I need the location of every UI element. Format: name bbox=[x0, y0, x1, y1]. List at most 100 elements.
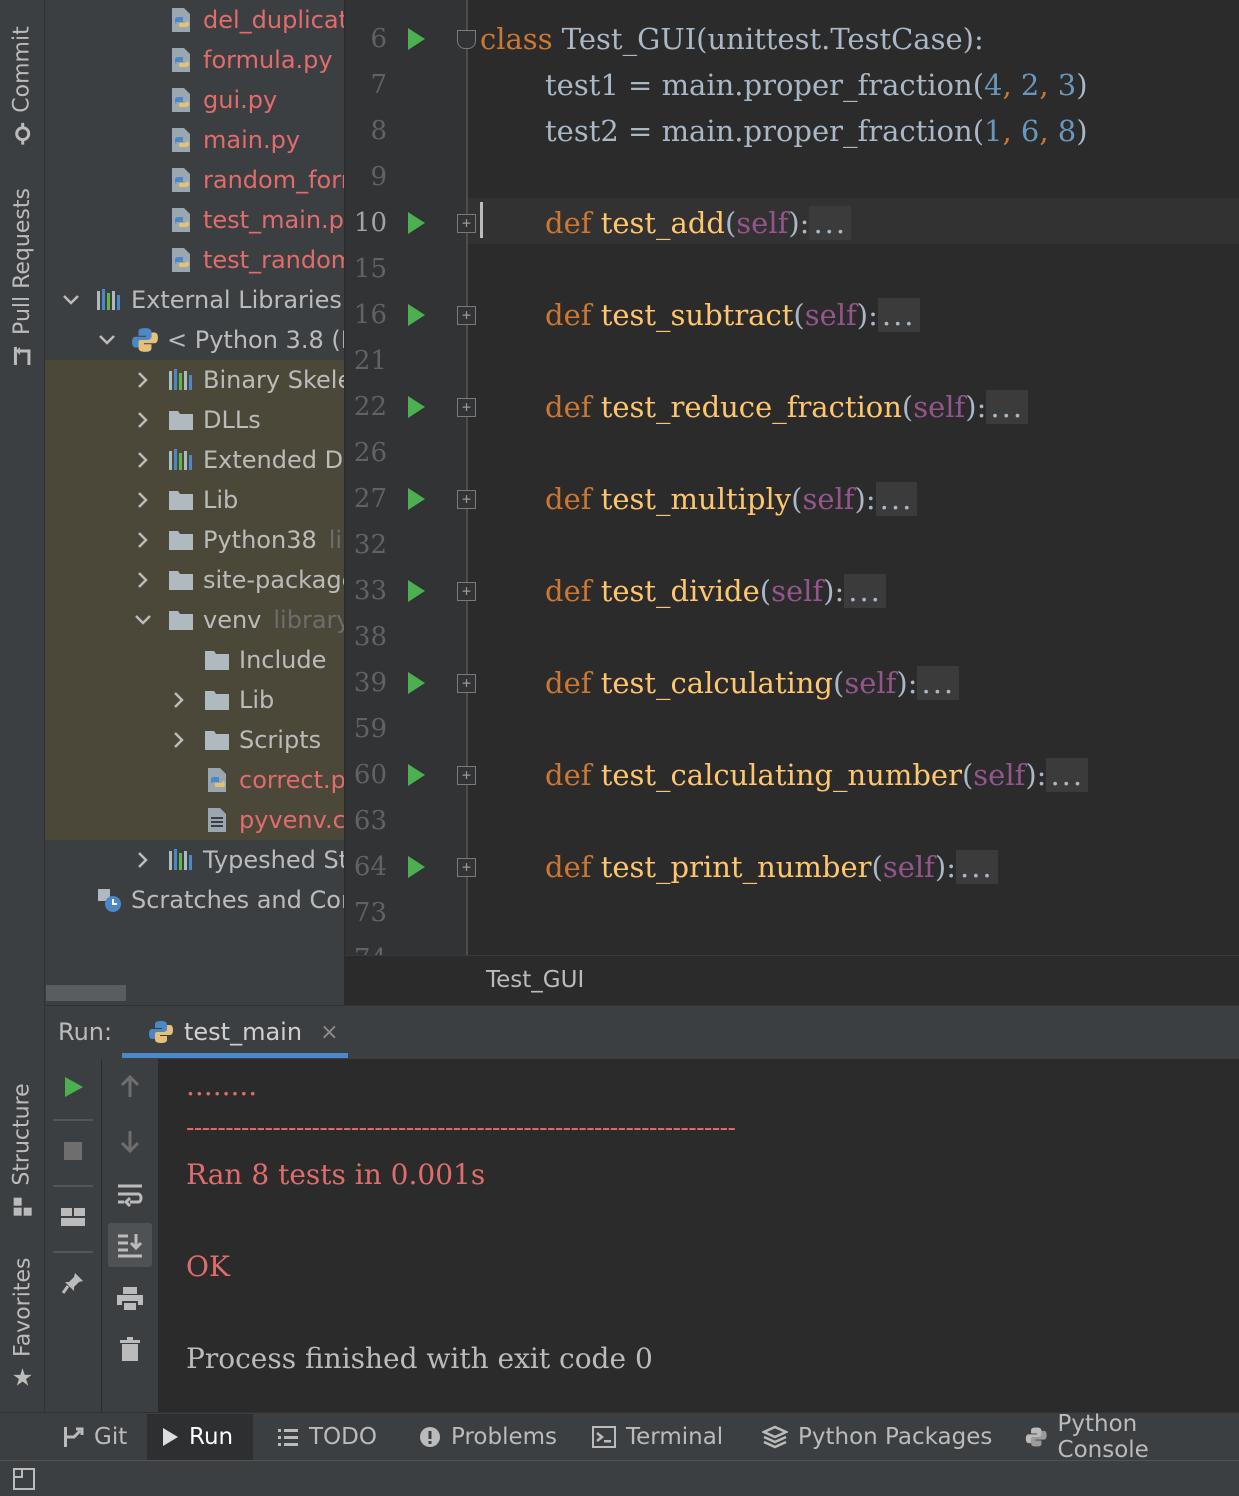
favorites-tool-tab[interactable]: ★ Favorites bbox=[0, 1250, 44, 1395]
folded-body[interactable]: ... bbox=[917, 666, 960, 700]
run-tool-tab[interactable]: Run bbox=[147, 1414, 253, 1460]
chevron-down-icon[interactable] bbox=[133, 614, 153, 626]
method-definition-line: def test_subtract(self):... bbox=[545, 292, 920, 338]
soft-wrap-button[interactable] bbox=[108, 1173, 152, 1217]
line-number: 64 bbox=[353, 852, 387, 882]
run-test-gutter-icon[interactable] bbox=[408, 580, 425, 602]
scroll-up-button[interactable] bbox=[108, 1065, 152, 1109]
tree-item-python38[interactable]: Python38 lib bbox=[133, 520, 344, 560]
favorites-label: Favorites bbox=[9, 1257, 35, 1357]
expand-fold-icon[interactable]: + bbox=[457, 490, 476, 509]
run-test-gutter-icon[interactable] bbox=[408, 28, 425, 50]
folder-icon bbox=[203, 686, 231, 714]
fold-class-icon[interactable] bbox=[457, 30, 476, 49]
expand-fold-icon[interactable]: + bbox=[457, 674, 476, 693]
chevron-down-icon[interactable] bbox=[61, 294, 81, 306]
tree-item-python-3-8-m[interactable]: < Python 3.8 (M bbox=[97, 320, 344, 360]
tree-item-scratches-and-con[interactable]: Scratches and Con bbox=[95, 880, 344, 920]
tree-item-gui-py[interactable]: gui.py bbox=[133, 80, 277, 120]
folded-body[interactable]: ... bbox=[844, 574, 886, 608]
chevron-right-icon[interactable] bbox=[133, 411, 153, 429]
tree-item-main-py[interactable]: main.py bbox=[133, 120, 300, 160]
tree-item-include[interactable]: Include bbox=[169, 640, 326, 680]
expand-fold-icon[interactable]: + bbox=[457, 858, 476, 877]
pin-tab-button[interactable] bbox=[51, 1261, 95, 1305]
expand-fold-icon[interactable]: + bbox=[457, 306, 476, 325]
tree-item-correct-py[interactable]: correct.py bbox=[169, 760, 344, 800]
run-test-gutter-icon[interactable] bbox=[408, 212, 425, 234]
line-number: 74 bbox=[345, 936, 387, 956]
run-tab-test-main[interactable]: test_main × bbox=[122, 1006, 348, 1058]
tree-item-scripts[interactable]: Scripts bbox=[169, 720, 321, 760]
expand-fold-icon[interactable]: + bbox=[457, 582, 476, 601]
breadcrumb[interactable]: Test_GUI bbox=[486, 962, 584, 998]
tree-item-binary-skelet[interactable]: Binary Skelet bbox=[133, 360, 344, 400]
python-console-tool-tab[interactable]: Python Console bbox=[1011, 1411, 1239, 1463]
line-number: 7 bbox=[370, 70, 387, 100]
run-icon bbox=[163, 1428, 178, 1446]
rerun-button[interactable] bbox=[51, 1065, 95, 1109]
tree-item-test-main-py[interactable]: test_main.py bbox=[133, 200, 344, 240]
run-test-gutter-icon[interactable] bbox=[408, 396, 425, 418]
chevron-right-icon[interactable] bbox=[133, 531, 153, 549]
tree-item-typeshed-st[interactable]: Typeshed St bbox=[133, 840, 344, 880]
chevron-right-icon[interactable] bbox=[133, 491, 153, 509]
problems-tool-tab[interactable]: Problems bbox=[405, 1414, 571, 1460]
folded-body[interactable]: ... bbox=[877, 298, 920, 332]
scroll-down-button[interactable] bbox=[108, 1119, 152, 1163]
tree-item-random-formula[interactable]: random_formula bbox=[133, 160, 344, 200]
commit-tool-tab[interactable]: Commit bbox=[0, 20, 44, 150]
python-packages-tool-tab[interactable]: Python Packages bbox=[748, 1414, 1006, 1460]
run-test-gutter-icon[interactable] bbox=[408, 856, 425, 878]
folded-body[interactable]: ... bbox=[956, 850, 998, 884]
chevron-right-icon[interactable] bbox=[133, 371, 153, 389]
run-test-gutter-icon[interactable] bbox=[408, 488, 425, 510]
folded-body[interactable]: ... bbox=[986, 390, 1029, 424]
stop-button[interactable] bbox=[51, 1129, 95, 1173]
expand-fold-icon[interactable]: + bbox=[457, 398, 476, 417]
run-test-gutter-icon[interactable] bbox=[408, 304, 425, 326]
tree-item-pyvenv-cf[interactable]: pyvenv.cf bbox=[169, 800, 344, 840]
clear-all-button[interactable] bbox=[108, 1327, 152, 1371]
pull-requests-tool-tab[interactable]: Pull Requests bbox=[0, 185, 44, 370]
close-tab-icon[interactable]: × bbox=[320, 1020, 338, 1045]
todo-tool-tab[interactable]: TODO bbox=[263, 1414, 391, 1460]
run-test-gutter-icon[interactable] bbox=[408, 764, 425, 786]
git-tool-tab[interactable]: Git bbox=[48, 1414, 141, 1460]
tree-item-site-package[interactable]: site-package bbox=[133, 560, 344, 600]
text-caret bbox=[480, 202, 483, 238]
expand-fold-icon[interactable]: + bbox=[457, 766, 476, 785]
expand-fold-icon[interactable]: + bbox=[457, 214, 476, 233]
scroll-to-end-button[interactable] bbox=[108, 1223, 152, 1267]
run-test-gutter-icon[interactable] bbox=[408, 672, 425, 694]
terminal-tool-tab[interactable]: Terminal bbox=[578, 1414, 737, 1460]
print-button[interactable] bbox=[108, 1277, 152, 1321]
folded-body[interactable]: ... bbox=[1046, 758, 1089, 792]
python-file-icon bbox=[167, 246, 195, 274]
tree-item-lib[interactable]: Lib bbox=[169, 680, 274, 720]
chevron-right-icon[interactable] bbox=[133, 851, 153, 869]
chevron-down-icon[interactable] bbox=[97, 334, 117, 346]
console-test-dots: ........ bbox=[186, 1069, 258, 1102]
project-horizontal-scrollbar[interactable] bbox=[46, 985, 126, 1001]
toggle-tool-windows-icon[interactable] bbox=[12, 1467, 36, 1491]
library-icon bbox=[95, 286, 123, 314]
method-name: test_calculating_number bbox=[600, 758, 962, 792]
tree-item-lib[interactable]: Lib bbox=[133, 480, 238, 520]
chevron-right-icon[interactable] bbox=[169, 731, 189, 749]
tree-item-extended-de[interactable]: Extended De bbox=[133, 440, 344, 480]
run-toolbar-secondary bbox=[102, 1059, 159, 1412]
tree-item-del-duplicate-py[interactable]: del_duplicate.py bbox=[133, 0, 344, 40]
restore-layout-button[interactable] bbox=[51, 1195, 95, 1239]
chevron-right-icon[interactable] bbox=[133, 571, 153, 589]
tree-item-external-libraries[interactable]: External Libraries bbox=[61, 280, 342, 320]
chevron-right-icon[interactable] bbox=[133, 451, 153, 469]
chevron-right-icon[interactable] bbox=[169, 691, 189, 709]
folded-body[interactable]: ... bbox=[809, 206, 852, 240]
folded-body[interactable]: ... bbox=[875, 482, 918, 516]
tree-item-test-random-fo[interactable]: test_random_fo bbox=[133, 240, 344, 280]
tree-item-dlls[interactable]: DLLs bbox=[133, 400, 261, 440]
tree-item-venv[interactable]: venv library bbox=[133, 600, 344, 640]
tree-item-formula-py[interactable]: formula.py bbox=[133, 40, 333, 80]
structure-tool-tab[interactable]: Structure bbox=[0, 1080, 44, 1220]
